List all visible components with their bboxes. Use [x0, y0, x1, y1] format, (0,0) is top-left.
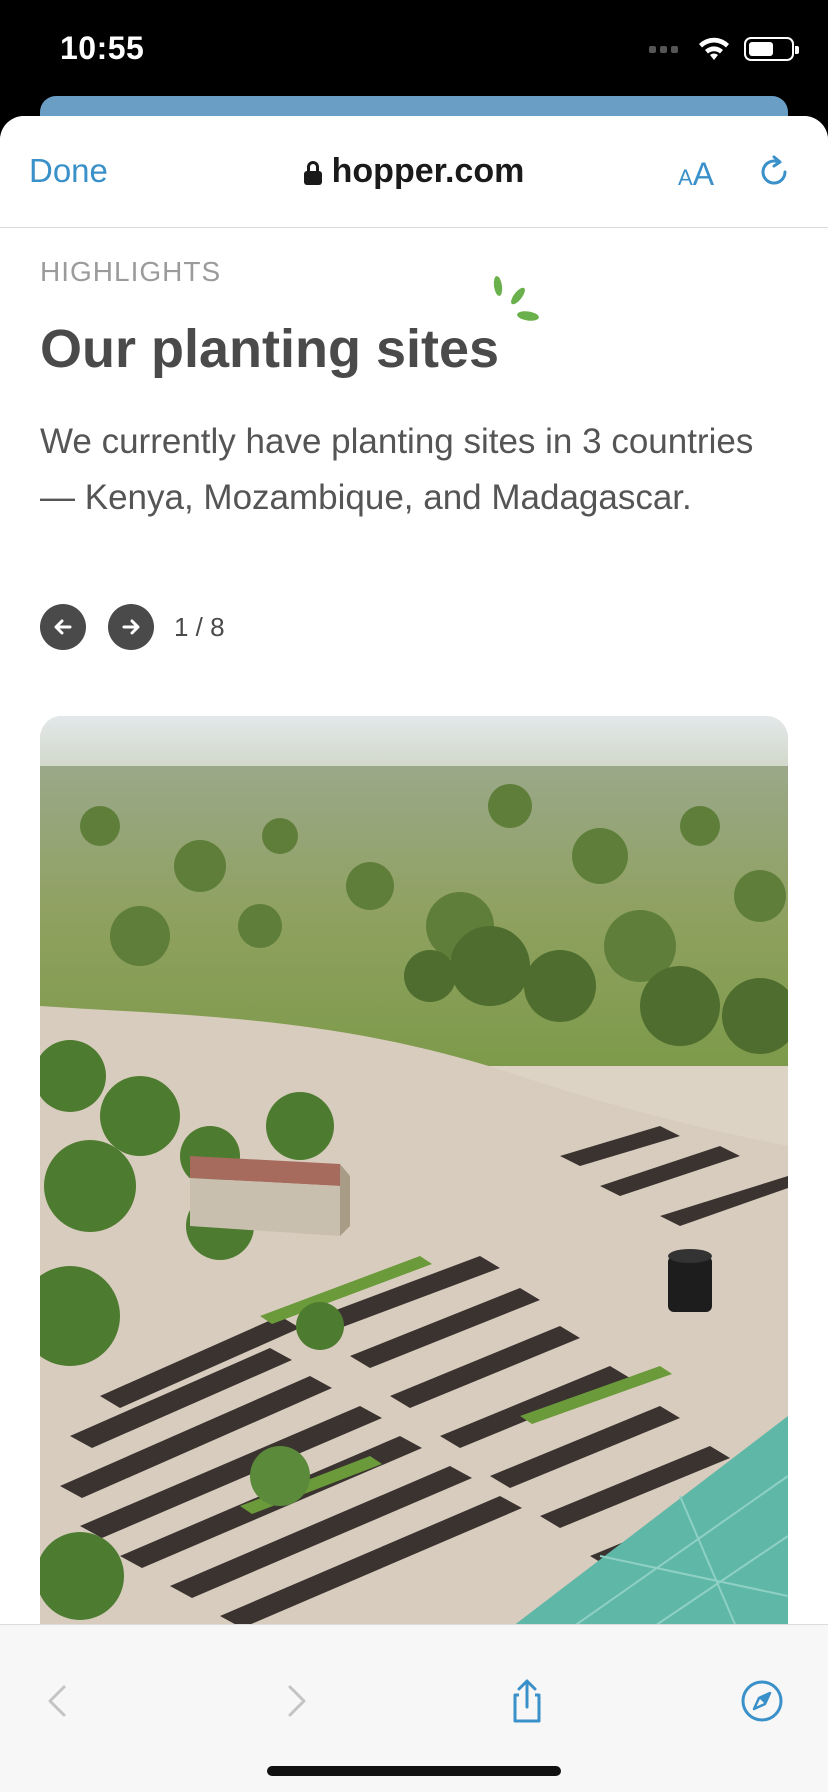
home-indicator[interactable] — [267, 1766, 561, 1776]
forward-icon[interactable] — [272, 1677, 320, 1725]
section-title: Our planting sites — [40, 319, 500, 379]
url-text: hopper.com — [331, 152, 525, 190]
carousel-counter: 1 / 8 — [174, 611, 225, 642]
carousel-next-button[interactable] — [108, 604, 154, 650]
status-time: 10:55 — [60, 30, 145, 66]
reload-icon[interactable] — [756, 154, 792, 190]
lock-icon — [303, 160, 322, 185]
battery-icon — [744, 37, 799, 61]
text-size-button[interactable]: AA — [678, 156, 714, 193]
arrow-left-icon — [54, 619, 72, 635]
status-indicators — [649, 36, 799, 62]
carousel-controls: 1 / 8 — [40, 604, 225, 650]
wifi-icon — [699, 37, 729, 60]
back-icon[interactable] — [34, 1677, 82, 1725]
section-eyebrow: HIGHLIGHTS — [40, 256, 222, 287]
section-description: We currently have planting sites in 3 co… — [40, 422, 754, 517]
compass-icon[interactable] — [738, 1677, 786, 1725]
arrow-right-icon — [122, 619, 140, 635]
planting-site-photo — [40, 716, 788, 1636]
status-bar: 10:55 — [0, 0, 828, 100]
cellular-signal-icon — [649, 45, 678, 53]
share-icon[interactable] — [503, 1677, 551, 1725]
browser-sheet: Done hopper.com AA HIGHLIGHTS Our planti… — [0, 116, 828, 1792]
carousel-prev-button[interactable] — [40, 604, 86, 650]
browser-nav-bar: Done hopper.com AA — [0, 116, 828, 228]
